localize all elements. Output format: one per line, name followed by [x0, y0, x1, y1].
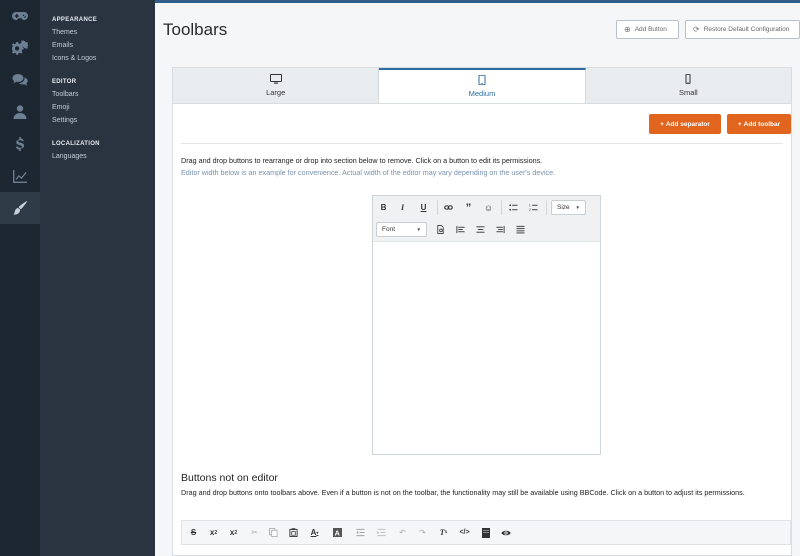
svg-text:A: A [335, 529, 340, 537]
subnav-item-languages[interactable]: Languages [40, 151, 155, 164]
indent-icon[interactable] [374, 525, 389, 540]
subnav-heading: APPEARANCE [52, 17, 98, 23]
subnav-group-localization: LOCALIZATION Languages [40, 138, 155, 164]
caret-down-icon: ▼ [416, 227, 421, 232]
preview-eye-icon[interactable] [498, 525, 513, 540]
add-separator-label: Add separator [665, 120, 710, 128]
mobile-icon [685, 74, 691, 84]
cut-icon[interactable]: ✂ [247, 525, 262, 540]
subscript-icon[interactable]: x2 [206, 525, 221, 540]
comments-icon[interactable] [0, 64, 40, 96]
size-dropdown[interactable]: Size ▼ [551, 200, 586, 215]
editor-toolbar: B I U ” ☺ 12 Size ▼ Font ▼ [373, 196, 600, 242]
align-justify-icon[interactable] [513, 222, 528, 237]
svg-text:1: 1 [529, 204, 531, 208]
clear-formatting-icon[interactable]: Tx [436, 525, 451, 540]
tab-label: Medium [468, 89, 496, 98]
align-center-icon[interactable] [473, 222, 488, 237]
svg-text:2: 2 [529, 208, 531, 212]
add-toolbar-label: Add toolbar [743, 120, 781, 128]
toolbars-card: Large Medium Small + Add separator + Add… [172, 67, 792, 556]
underline-icon[interactable]: U [416, 200, 431, 215]
background-color-icon[interactable]: A [330, 525, 345, 540]
plus-icon: + [660, 120, 664, 128]
strikethrough-icon[interactable]: S [186, 525, 201, 540]
refresh-icon: ⟳ [693, 25, 700, 34]
add-button-button[interactable]: ⊕ Add Button [616, 20, 679, 39]
quote-icon[interactable]: ” [461, 200, 476, 215]
chart-line-icon[interactable] [0, 160, 40, 192]
toolbar-separator [546, 200, 547, 215]
smiley-icon[interactable]: ☺ [481, 200, 496, 215]
dollar-icon[interactable] [0, 128, 40, 160]
admin-subnav: APPEARANCE Themes Emails Icons & Logos E… [40, 0, 155, 556]
editor-width-note: Editor width below is an example for con… [181, 168, 556, 177]
size-dropdown-label: Size [557, 204, 570, 211]
restore-default-button[interactable]: ⟳ Restore Default Configuration [685, 20, 800, 39]
subnav-group-appearance: APPEARANCE Themes Emails Icons & Logos [40, 14, 155, 66]
subnav-heading: EDITOR [52, 79, 77, 85]
align-right-icon[interactable] [493, 222, 508, 237]
toolbar-instructions: Drag and drop buttons to rearrange or dr… [181, 156, 543, 165]
tab-label: Large [266, 88, 286, 97]
divider [181, 143, 783, 144]
add-separator-button[interactable]: + Add separator [649, 114, 721, 134]
gears-icon[interactable] [0, 32, 40, 64]
code-icon[interactable]: </> [457, 525, 472, 540]
buttons-not-on-editor-title: Buttons not on editor [181, 472, 278, 484]
editor-preview: B I U ” ☺ 12 Size ▼ Font ▼ [372, 195, 601, 455]
subnav-group-editor: EDITOR Toolbars Emoji Settings [40, 76, 155, 128]
text-color-icon[interactable]: A ▾ [307, 525, 322, 540]
unused-buttons-bar: S x2 x2 ✂ A ▾ A ↶ ↷ Tx </> [181, 520, 791, 545]
plus-circle-icon: ⊕ [624, 25, 631, 34]
remove-format-icon[interactable] [433, 222, 448, 237]
media-icon[interactable] [478, 525, 493, 540]
link-icon[interactable] [441, 200, 456, 215]
buttons-not-on-editor-description: Drag and drop buttons onto toolbars abov… [181, 488, 745, 497]
main-content: Toolbars ⊕ Add Button ⟳ Restore Default … [155, 3, 800, 556]
paintbrush-icon[interactable] [0, 192, 40, 224]
subnav-item-themes[interactable]: Themes [40, 27, 155, 40]
page-title: Toolbars [163, 20, 228, 39]
subnav-item-toolbars[interactable]: Toolbars [40, 89, 155, 102]
tab-medium[interactable]: Medium [379, 68, 586, 103]
user-icon[interactable] [0, 96, 40, 128]
subnav-item-settings[interactable]: Settings [40, 115, 155, 128]
tab-small[interactable]: Small [585, 68, 791, 103]
bullet-list-icon[interactable] [506, 200, 521, 215]
superscript-icon[interactable]: x2 [226, 525, 241, 540]
toolbar-separator [501, 200, 502, 215]
tab-large[interactable]: Large [173, 68, 380, 103]
outdent-icon[interactable] [353, 525, 368, 540]
subnav-item-emoji[interactable]: Emoji [40, 102, 155, 115]
device-tabs: Large Medium Small [173, 68, 791, 104]
redo-icon[interactable]: ↷ [415, 525, 430, 540]
font-dropdown[interactable]: Font ▼ [376, 222, 427, 237]
numbered-list-icon[interactable]: 12 [526, 200, 541, 215]
copy-icon[interactable] [266, 525, 281, 540]
icon-rail [0, 0, 40, 556]
bold-icon[interactable]: B [376, 200, 391, 215]
tab-label: Small [678, 88, 698, 97]
undo-icon[interactable]: ↶ [395, 525, 410, 540]
subnav-item-emails[interactable]: Emails [40, 40, 155, 53]
font-dropdown-label: Font [382, 226, 396, 233]
add-button-label: Add Button [634, 26, 667, 33]
align-left-icon[interactable] [453, 222, 468, 237]
toolbar-separator [437, 200, 438, 215]
caret-down-icon: ▼ [575, 205, 580, 210]
subnav-heading: LOCALIZATION [52, 141, 100, 147]
tablet-icon [478, 75, 486, 85]
add-toolbar-button[interactable]: + Add toolbar [727, 114, 791, 134]
desktop-icon [269, 74, 282, 84]
italic-icon[interactable]: I [395, 200, 410, 215]
restore-default-label: Restore Default Configuration [703, 26, 790, 33]
paste-icon[interactable] [286, 525, 301, 540]
subnav-item-icons-logos[interactable]: Icons & Logos [40, 53, 155, 66]
gamepad-icon[interactable] [0, 0, 40, 32]
plus-icon: + [737, 120, 742, 128]
